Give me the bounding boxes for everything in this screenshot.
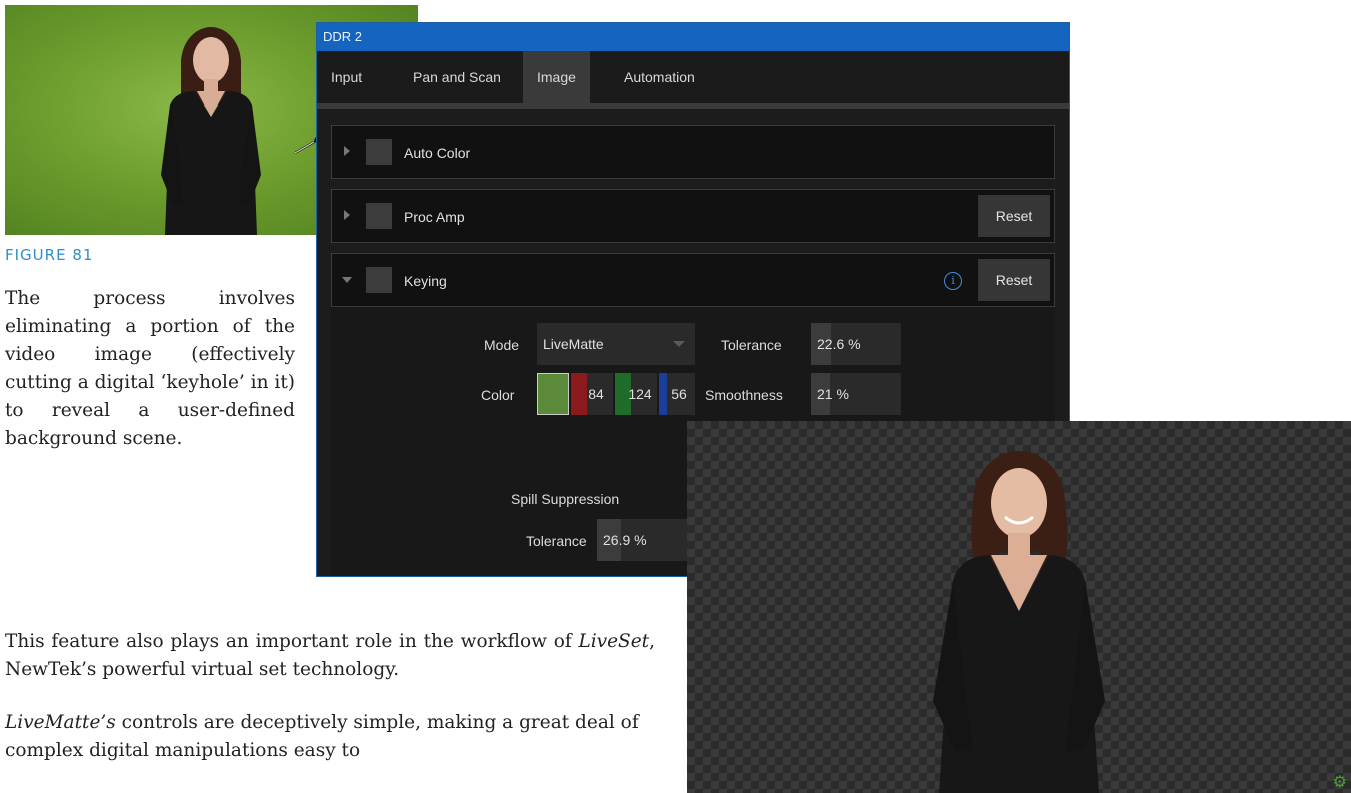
expand-arrow-icon[interactable]: [344, 210, 350, 220]
keyed-result-photo: ⚙: [687, 421, 1351, 793]
section-title: Proc Amp: [404, 209, 465, 225]
tab-automation[interactable]: Automation: [610, 51, 709, 103]
blue-channel-bar: [659, 373, 667, 415]
proc-amp-checkbox[interactable]: [366, 203, 392, 229]
red-channel-bar: [571, 373, 587, 415]
presenter-figure: [933, 451, 1105, 793]
figure-caption: FIGURE 81: [5, 246, 94, 264]
tolerance-label: Tolerance: [721, 337, 782, 353]
keying-checkbox[interactable]: [366, 267, 392, 293]
section-keying[interactable]: Keying i Reset: [331, 253, 1055, 307]
smoothness-label: Smoothness: [705, 387, 783, 403]
keying-reset-button[interactable]: Reset: [978, 259, 1050, 301]
spill-tolerance-field[interactable]: 26.9 %: [597, 519, 687, 561]
tolerance-field[interactable]: 22.6 %: [811, 323, 901, 365]
window-title: DDR 2: [317, 23, 1069, 51]
chevron-down-icon: [673, 341, 685, 347]
tab-image[interactable]: Image: [523, 51, 590, 103]
livematte-term: LiveMatte’s: [5, 712, 116, 733]
smoothness-field[interactable]: 21 %: [811, 373, 901, 415]
mode-dropdown[interactable]: LiveMatte: [537, 323, 695, 365]
body-paragraph-1: The process involves eliminating a porti…: [5, 288, 295, 449]
gear-icon[interactable]: ⚙: [1333, 772, 1347, 791]
body-paragraph-3: LiveMatte’s controls are deceptively sim…: [5, 712, 639, 761]
mode-label: Mode: [484, 337, 520, 353]
spill-tolerance-label: Tolerance: [526, 533, 587, 549]
mode-value: LiveMatte: [543, 336, 604, 352]
expand-arrow-icon[interactable]: [344, 146, 350, 156]
info-icon[interactable]: i: [944, 272, 962, 290]
liveset-term: LiveSet: [578, 631, 650, 652]
blue-channel-field[interactable]: 56: [659, 373, 695, 415]
color-swatch[interactable]: [537, 373, 569, 415]
section-title: Keying: [404, 273, 447, 289]
spill-suppression-label: Spill Suppression: [511, 491, 620, 507]
collapse-arrow-icon[interactable]: [342, 277, 352, 283]
tab-input[interactable]: Input: [317, 51, 376, 103]
red-channel-field[interactable]: 84: [571, 373, 613, 415]
tab-bar: Input Pan and Scan Image Automation: [317, 51, 1069, 109]
proc-amp-reset-button[interactable]: Reset: [978, 195, 1050, 237]
auto-color-checkbox[interactable]: [366, 139, 392, 165]
section-auto-color[interactable]: Auto Color: [331, 125, 1055, 179]
green-channel-field[interactable]: 124: [615, 373, 657, 415]
section-title: Auto Color: [404, 145, 471, 161]
body-paragraph-2: This feature also plays an important rol…: [5, 631, 655, 680]
color-label: Color: [481, 387, 515, 403]
tab-pan-and-scan[interactable]: Pan and Scan: [399, 51, 515, 103]
section-proc-amp[interactable]: Proc Amp Reset: [331, 189, 1055, 243]
color-picker[interactable]: 84 124 56: [537, 373, 697, 415]
